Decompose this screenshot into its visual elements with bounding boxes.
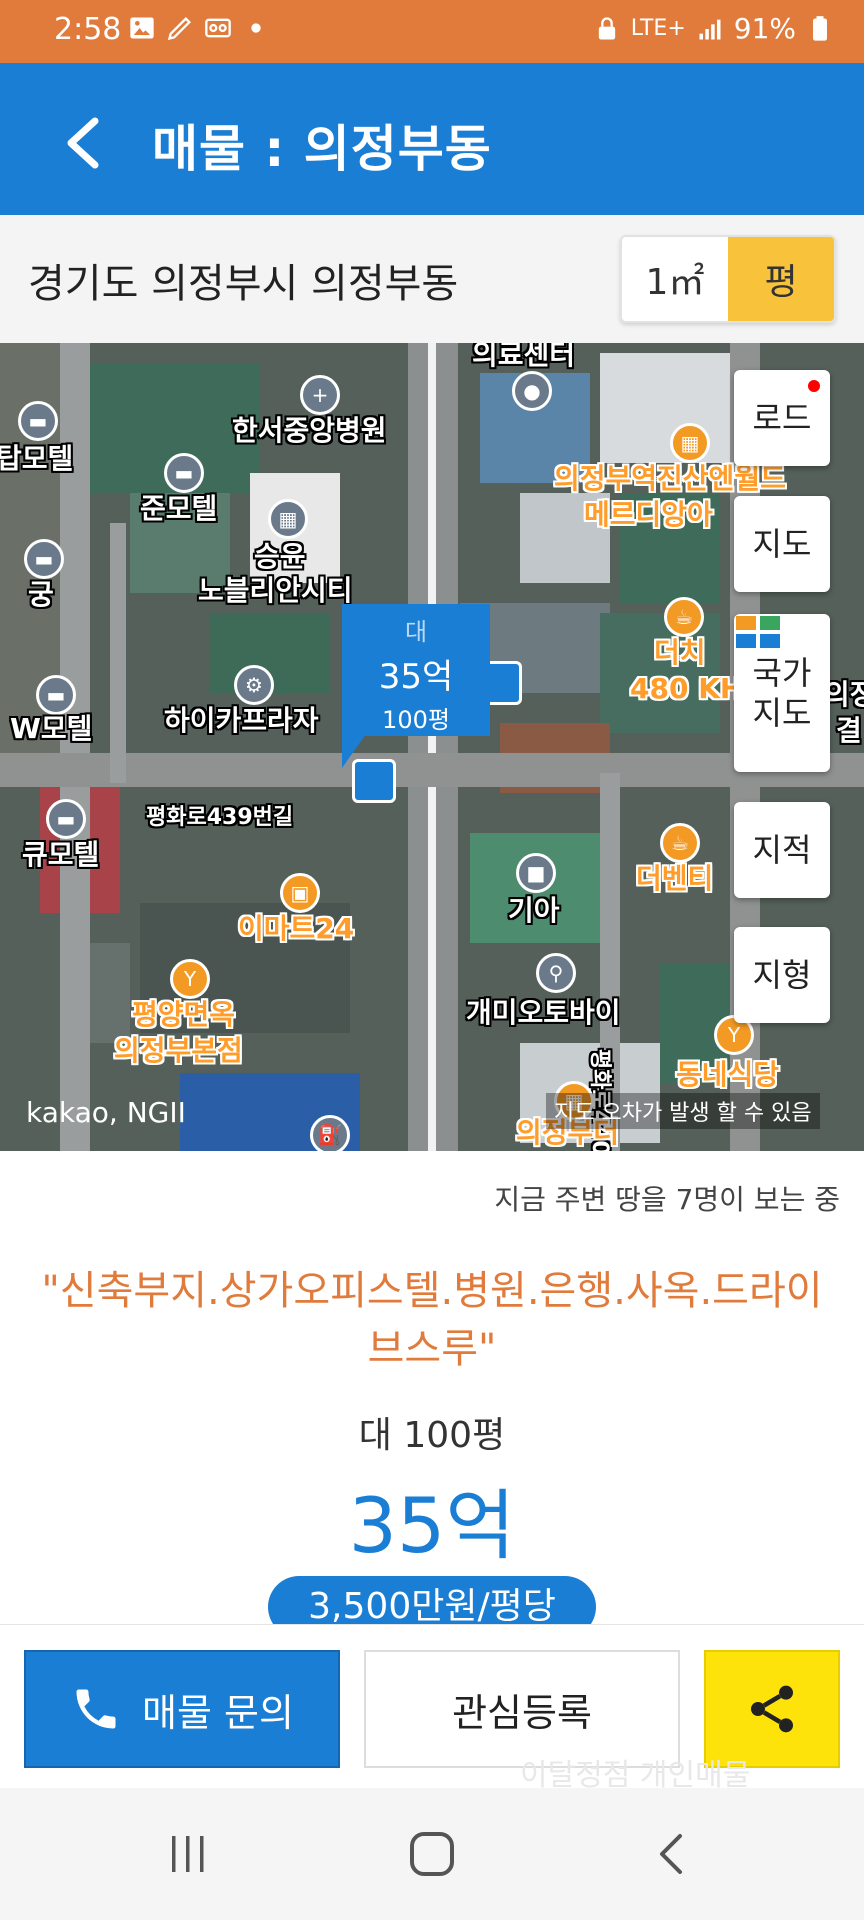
network-type: LTE+ [630, 16, 686, 41]
poi-label: 평화로439번길 [146, 805, 294, 830]
recent-apps-button[interactable] [128, 1788, 248, 1920]
pet-pin-icon[interactable]: ● [512, 371, 552, 411]
cafe-pin-icon[interactable]: ☕ [660, 823, 700, 863]
poi-label: 준모텔 [140, 492, 218, 525]
share-icon [751, 1685, 793, 1733]
home-button[interactable] [372, 1788, 492, 1920]
map-mode-label: 지도 [752, 525, 812, 563]
favorite-label: 관심등록 [452, 1690, 592, 1735]
road-view-label: 로드 [752, 399, 812, 437]
hotel-pin-icon[interactable]: ▬ [18, 401, 58, 441]
road-view-button[interactable]: 로드 [734, 370, 830, 466]
phone-icon [76, 1689, 116, 1729]
building-pin-icon[interactable]: ▦ [670, 423, 710, 463]
poi-label: 한서중앙병원 [232, 414, 387, 447]
terrain-label: 지형 [752, 956, 812, 994]
signal-icon [699, 19, 721, 39]
satellite-map[interactable]: 의료센터 + 한서중앙병원 ● ▬ 탑모텔 ▬ 준모텔 ▦ 승윤 노블리안시티 … [0, 343, 864, 1151]
poi-label: 의료센터 [472, 343, 576, 371]
home-icon [410, 1832, 454, 1876]
cadastral-label: 지적 [752, 831, 812, 869]
poi-label: 노블리안시티 [198, 574, 353, 607]
gas-station-pin-icon[interactable]: ⛽ [310, 1115, 350, 1151]
poi-label: 의정 [824, 678, 864, 711]
terrain-button[interactable]: 지형 [734, 927, 830, 1023]
poi-label: 개미오토바이 [466, 996, 621, 1029]
poi-label: W모텔 [10, 712, 93, 745]
battery-percent: 91% [733, 12, 796, 45]
store-pin-icon[interactable]: ▣ [280, 873, 320, 913]
car-repair-pin-icon[interactable]: ⚙ [234, 665, 274, 705]
recent-apps-icon [172, 1836, 204, 1872]
map-mode-button[interactable]: 지도 [734, 496, 830, 592]
poi-label: 더벤티 [636, 862, 714, 895]
pen-icon [167, 17, 191, 41]
inquiry-label: 매물 문의 [142, 1690, 294, 1735]
hotel-pin-icon[interactable]: ▬ [164, 453, 204, 493]
location-row: 경기도 의정부시 의정부동 1㎡ 평 [0, 215, 864, 343]
poi-label: 큐모텔 [22, 838, 100, 871]
national-map-label: 국가 지도 [752, 654, 812, 732]
marker-price: 35억 [378, 657, 454, 697]
poi-label: 동네식당 [676, 1058, 780, 1091]
battery-icon [813, 15, 827, 41]
map-credit: kakao, NGII [26, 1096, 186, 1129]
poi-label: 이마트24 [238, 912, 355, 945]
dot-icon [251, 23, 261, 33]
poi-label: 승윤 [254, 540, 306, 573]
listing-price: 35억 [348, 1481, 516, 1570]
building-pin-icon[interactable]: ▦ [268, 499, 308, 539]
system-nav-bar [0, 1788, 864, 1920]
hospital-pin-icon[interactable]: + [300, 375, 340, 415]
back-button[interactable] [612, 1788, 732, 1920]
voicemail-icon [205, 18, 231, 38]
land-area: 대 100평 [358, 1415, 506, 1456]
chevron-left-icon[interactable] [55, 113, 115, 173]
restaurant-pin-icon[interactable]: Y [170, 959, 210, 999]
map-warning: 지도 오차가 발생 할 수 있음 [546, 1093, 820, 1129]
poi-label: 궁 [28, 578, 54, 611]
marker-area: 100평 [382, 706, 450, 734]
poi-label: 결 [836, 714, 862, 747]
unit-toggle: 1㎡ 평 [620, 235, 836, 323]
poi-label: 의정부본점 [114, 1034, 243, 1067]
cadastral-button[interactable]: 지적 [734, 802, 830, 898]
poi-label: 더치 [654, 636, 706, 669]
viewers-count-text: 지금 주변 땅을 7명이 보는 중 [494, 1183, 840, 1216]
car-pin-icon[interactable]: ■ [516, 853, 556, 893]
status-system-icons: LTE+ 91% [593, 12, 834, 45]
poi-label: 기아 [508, 894, 560, 927]
location-address: 경기도 의정부시 의정부동 [28, 261, 459, 307]
poi-label: 의정부역진산엔월드 [554, 462, 786, 495]
image-icon [130, 17, 154, 39]
poi-label: 480 KH [630, 672, 744, 705]
notification-dot [808, 380, 820, 392]
back-icon [660, 1834, 682, 1874]
motorcycle-pin-icon[interactable]: ⚲ [536, 953, 576, 993]
status-time: 2:58 [54, 12, 122, 47]
hotel-pin-icon[interactable]: ▬ [36, 675, 76, 715]
listing-headline: "신축부지.상가오피스텔.병원.은행.사옥.드라이브스루" [41, 1268, 823, 1372]
unit-pyeong-button[interactable]: 평 [728, 237, 834, 321]
status-bar: 2:58 LTE+ 91% [0, 0, 864, 63]
hotel-pin-icon[interactable]: ▬ [24, 539, 64, 579]
lock-icon [598, 16, 615, 39]
app-bar: 매물 : 의정부동 [0, 63, 864, 215]
poi-label: 탑모텔 [0, 442, 74, 475]
listing-map-marker[interactable]: 대 35억 100평 [342, 604, 490, 768]
national-map-button[interactable]: 국가 지도 [734, 614, 830, 772]
national-map-icon [736, 616, 780, 648]
poi-label: 평양면옥 [132, 998, 236, 1031]
cafe-pin-icon[interactable]: ☕ [664, 597, 704, 637]
status-notification-icons [128, 14, 270, 42]
hotel-pin-icon[interactable]: ▬ [46, 799, 86, 839]
poi-label: 하이카프라자 [164, 704, 319, 737]
marker-type: 대 [404, 618, 428, 646]
unit-sqm-button[interactable]: 1㎡ [622, 237, 728, 321]
poi-label: 메르디앙아 [584, 498, 713, 531]
page-title: 매물 : 의정부동 [152, 120, 492, 178]
inquiry-button[interactable]: 매물 문의 [24, 1650, 340, 1768]
